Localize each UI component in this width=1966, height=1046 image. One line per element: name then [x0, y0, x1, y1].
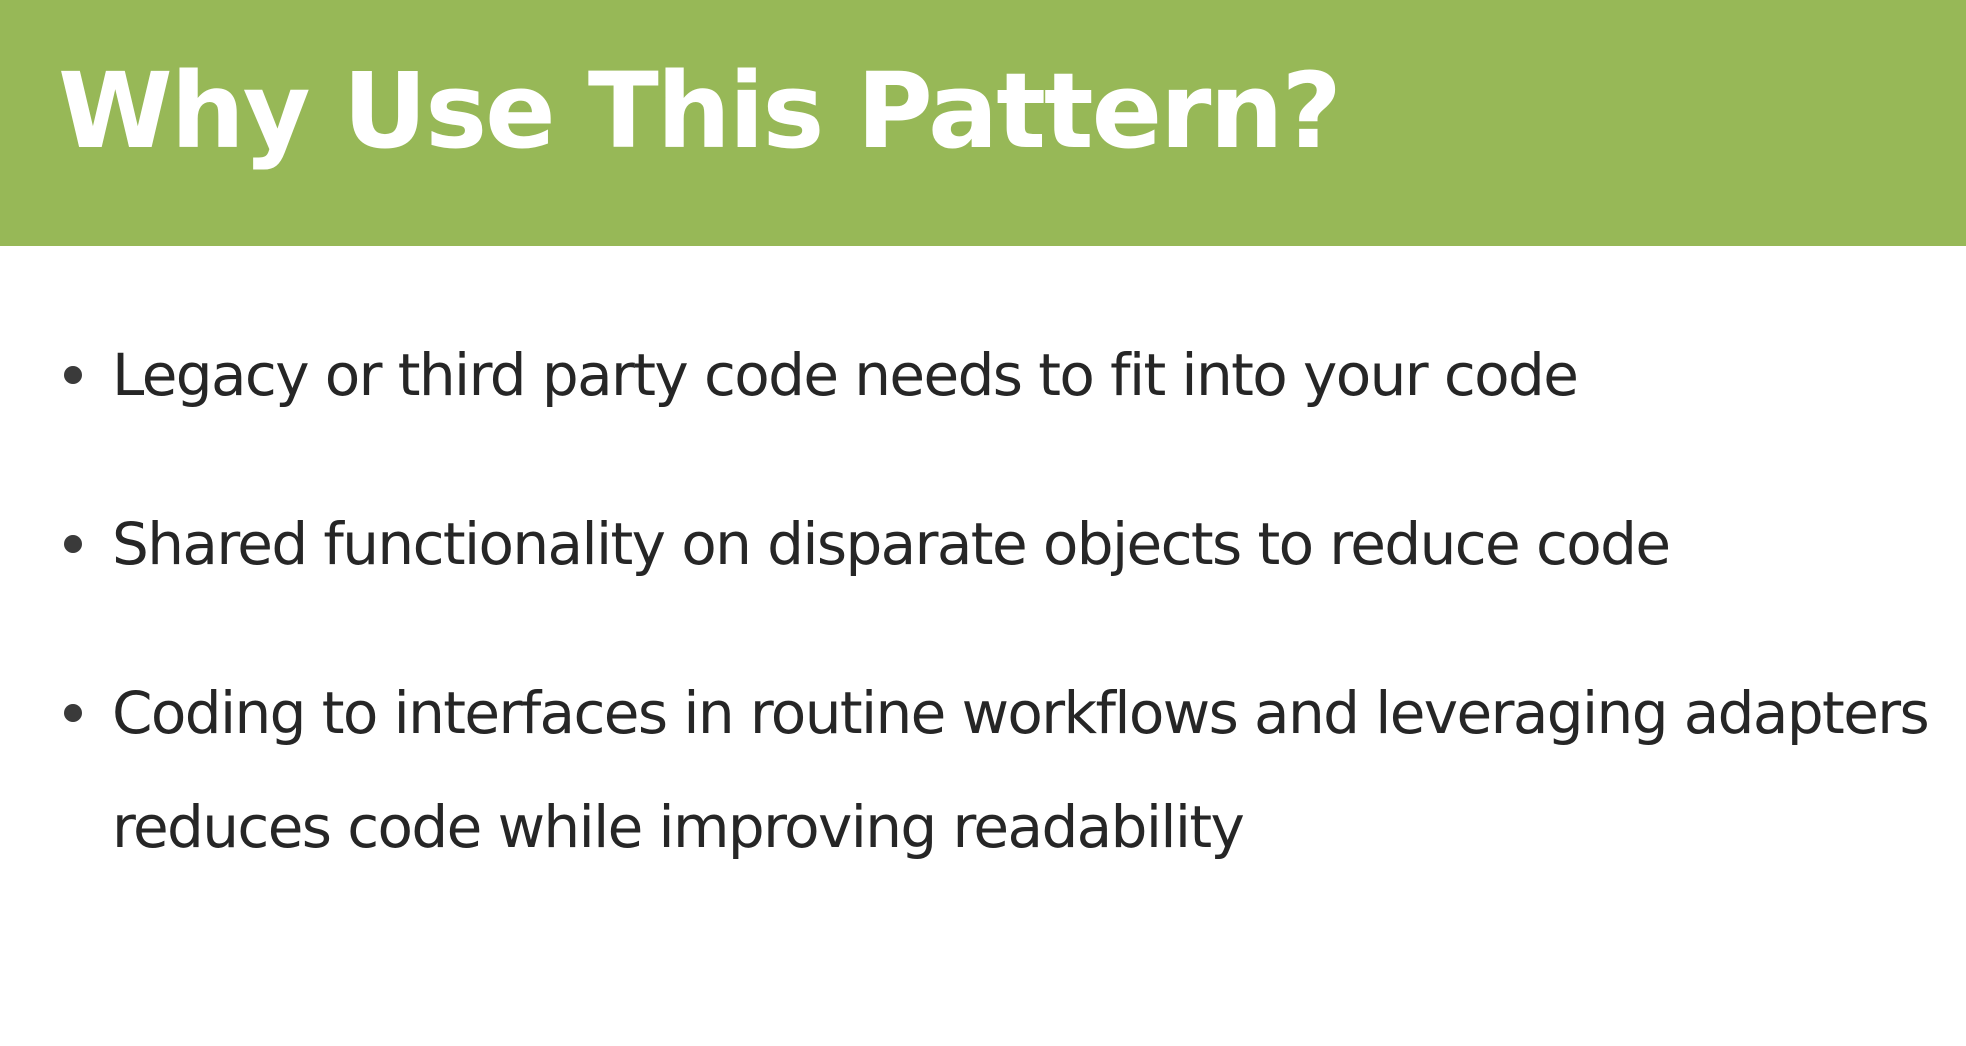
bullet-list: Legacy or third party code needs to fit …	[56, 318, 1936, 939]
bullet-icon	[64, 704, 82, 722]
bullet-text: Shared functionality on disparate object…	[112, 510, 1671, 578]
title-bar: Why Use This Pattern?	[0, 0, 1966, 246]
bullet-text: Coding to interfaces in routine workflow…	[112, 679, 1930, 861]
bullet-text: Legacy or third party code needs to fit …	[112, 341, 1579, 409]
bullet-icon	[64, 366, 82, 384]
bullet-item: Legacy or third party code needs to fit …	[56, 318, 1936, 432]
bullet-icon	[64, 535, 82, 553]
bullet-item: Coding to interfaces in routine workflow…	[56, 656, 1936, 884]
slide: Why Use This Pattern? Legacy or third pa…	[0, 0, 1966, 1046]
bullet-item: Shared functionality on disparate object…	[56, 487, 1936, 601]
slide-title: Why Use This Pattern?	[58, 50, 1342, 172]
